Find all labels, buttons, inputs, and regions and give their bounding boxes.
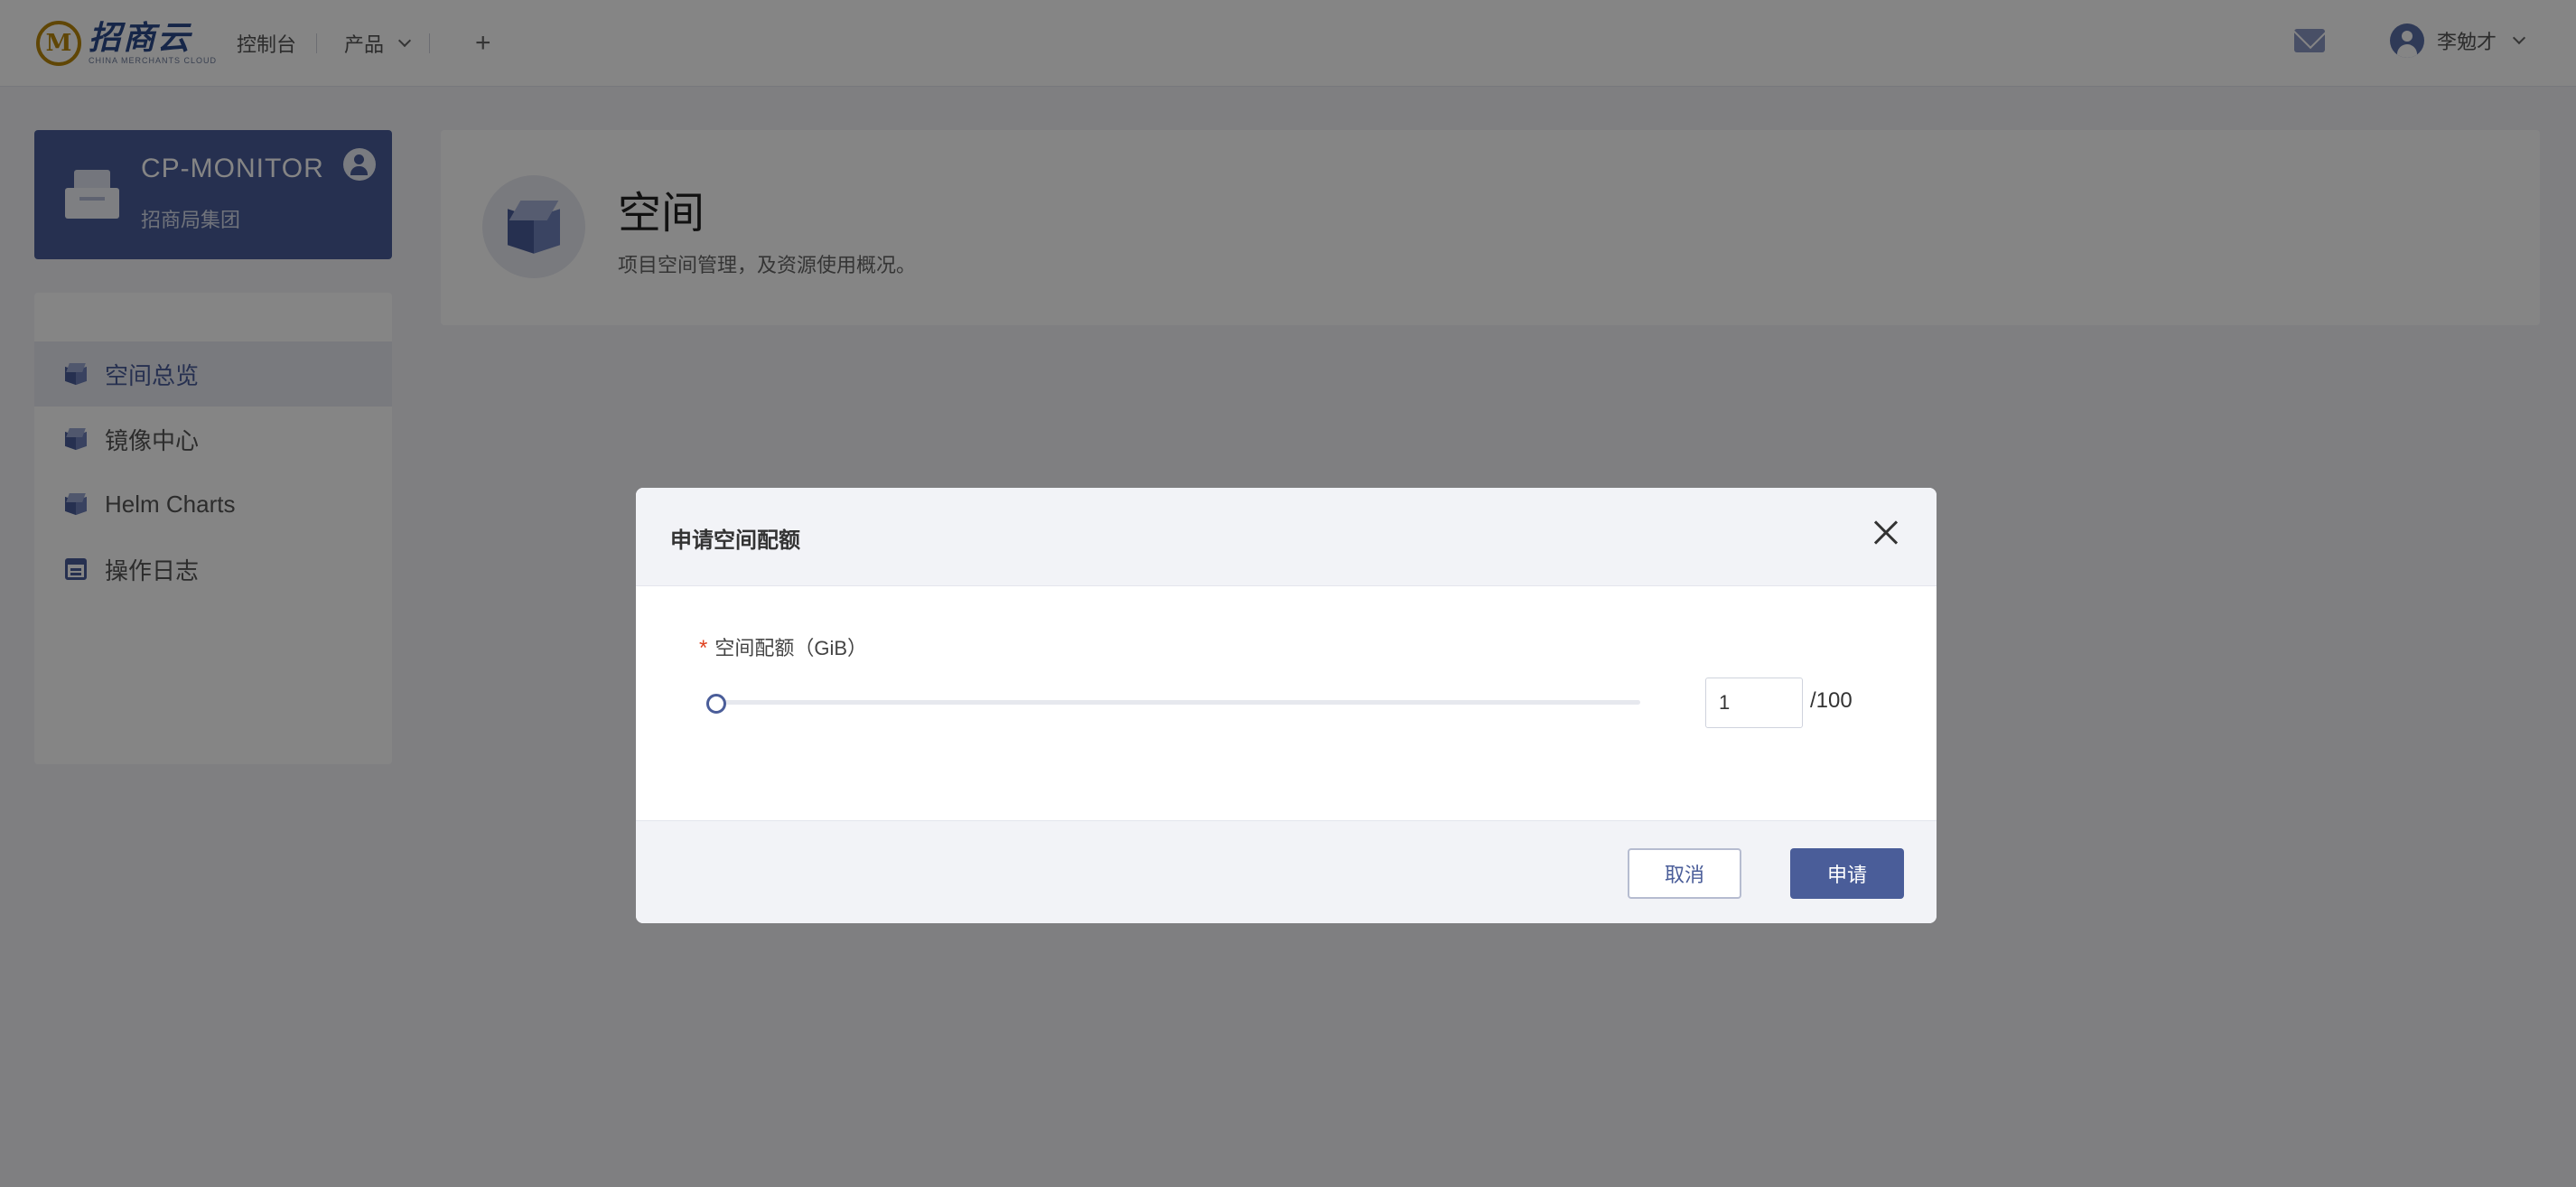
submit-button[interactable]: 申请	[1790, 848, 1904, 899]
quota-slider-track[interactable]	[710, 700, 1640, 705]
quota-field-label: * 空间配额（GiB）	[699, 636, 868, 660]
required-mark: *	[699, 636, 708, 660]
close-icon[interactable]	[1868, 515, 1904, 551]
quota-slider-handle[interactable]	[706, 694, 726, 714]
quota-request-dialog: 申请空间配额 *空间配额（GiB） /100 取消 申请	[636, 488, 1937, 923]
dialog-title: 申请空间配额	[670, 528, 800, 553]
dialog-footer: 取消 申请	[636, 820, 1937, 923]
quota-max-label: /100	[1810, 688, 1853, 713]
cancel-button[interactable]: 取消	[1628, 848, 1741, 899]
quota-input[interactable]	[1705, 678, 1803, 728]
dialog-header: 申请空间配额	[636, 488, 1937, 586]
